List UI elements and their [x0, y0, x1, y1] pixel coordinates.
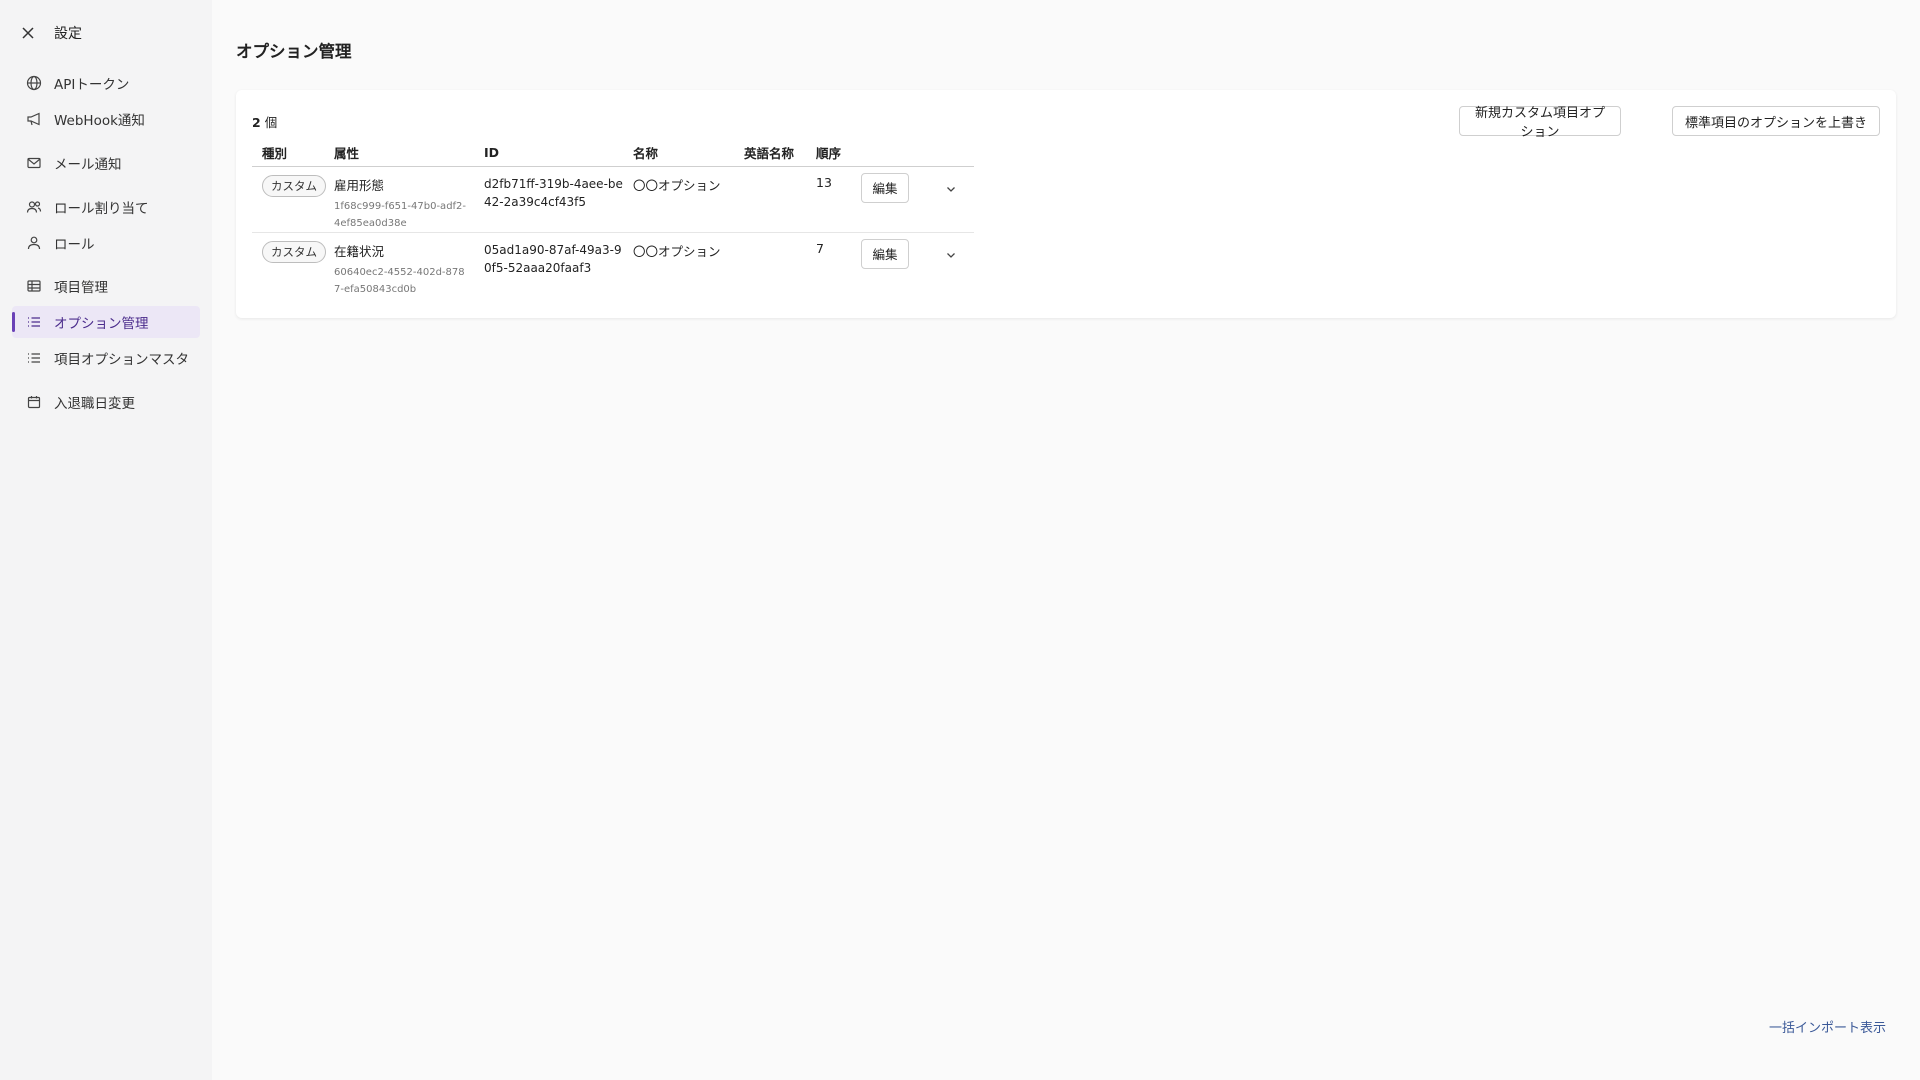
cell-attr: 雇用形態 1f68c999-f651-47b0-adf2-4ef85ea0d38…	[334, 166, 484, 232]
edit-button[interactable]: 編集	[861, 172, 909, 203]
cell-english-name	[744, 231, 816, 298]
sidebar-item-label: 項目オプションマスタ	[54, 352, 189, 368]
cell-id: 05ad1a90-87af-49a3-90f5-52aaa20faaf3	[484, 231, 633, 298]
options-card: 2 個 新規カスタム項目オプション 標準項目のオプションを上書き 種別 属性 I…	[236, 90, 1896, 318]
sidebar-item-label: メール通知	[54, 157, 122, 173]
option-id: 05ad1a90-87af-49a3-90f5-52aaa20faaf3	[484, 242, 622, 275]
chevron-down-icon[interactable]	[939, 177, 963, 201]
list-icon	[25, 349, 43, 367]
item-count-unit: 個	[264, 115, 278, 130]
header-order[interactable]: 順序	[816, 140, 861, 167]
sidebar-item-label: オプション管理	[54, 316, 149, 332]
kind-badge: カスタム	[262, 240, 326, 263]
megaphone-icon	[25, 110, 43, 128]
sidebar: 設定 APIトークン WebHook通知 メール通知 ロール割り当て ロール 項…	[0, 0, 212, 1080]
page-title: オプション管理	[236, 42, 352, 61]
header-attr[interactable]: 属性	[334, 140, 484, 167]
cell-english-name	[744, 166, 816, 232]
sidebar-item-label: ロール	[54, 237, 95, 253]
cell-edit: 編集	[861, 166, 933, 232]
sidebar-item-field-management[interactable]: 項目管理	[12, 270, 200, 302]
calendar-icon	[25, 393, 43, 411]
cell-id: d2fb71ff-319b-4aee-be42-2a39c4cf43f5	[484, 166, 633, 232]
cell-name: 〇〇オプション	[633, 177, 721, 193]
sidebar-item-label: WebHook通知	[54, 113, 145, 129]
table-row: カスタム 在籍状況 60640ec2-4552-402d-8787-efa508…	[252, 231, 974, 298]
cell-kind: カスタム	[252, 231, 334, 298]
mail-icon	[25, 154, 43, 172]
sidebar-title: 設定	[54, 26, 82, 42]
users-icon	[25, 198, 43, 216]
option-id: d2fb71ff-319b-4aee-be42-2a39c4cf43f5	[484, 176, 623, 209]
header-expand	[933, 140, 974, 167]
cell-edit: 編集	[861, 231, 933, 298]
sidebar-item-field-option-master[interactable]: 項目オプションマスタ	[12, 342, 200, 374]
header-english-name[interactable]: 英語名称	[744, 140, 816, 167]
sidebar-item-api-token[interactable]: APIトークン	[12, 67, 200, 99]
sidebar-item-hire-leave-date-change[interactable]: 入退職日変更	[12, 386, 200, 418]
header-kind[interactable]: 種別	[252, 140, 334, 167]
list-icon	[25, 313, 43, 331]
table-row: カスタム 雇用形態 1f68c999-f651-47b0-adf2-4ef85e…	[252, 166, 974, 232]
sidebar-item-role[interactable]: ロール	[12, 227, 200, 259]
sidebar-item-label: APIトークン	[54, 77, 130, 93]
header-name[interactable]: 名称	[633, 140, 744, 167]
attr-id: 1f68c999-f651-47b0-adf2-4ef85ea0d38e	[334, 200, 467, 229]
sidebar-item-label: ロール割り当て	[54, 201, 149, 217]
attr-id: 60640ec2-4552-402d-8787-efa50843cd0b	[334, 266, 465, 295]
options-table: 種別 属性 ID 名称 英語名称 順序 カスタム 雇用形態 1f68c999-f…	[252, 140, 974, 298]
item-count-number: 2	[252, 115, 261, 130]
sidebar-item-option-management[interactable]: オプション管理	[12, 306, 200, 338]
table-icon	[25, 277, 43, 295]
bulk-import-link[interactable]: 一括インポート表示	[1769, 1017, 1886, 1036]
cell-order: 7	[816, 231, 861, 298]
cell-attr: 在籍状況 60640ec2-4552-402d-8787-efa50843cd0…	[334, 231, 484, 298]
attr-name: 雇用形態	[334, 177, 385, 193]
item-count: 2 個	[252, 112, 277, 131]
kind-badge: カスタム	[262, 174, 326, 197]
sidebar-item-label: 入退職日変更	[54, 396, 135, 412]
cell-name: 〇〇オプション	[633, 231, 744, 298]
new-custom-option-button[interactable]: 新規カスタム項目オプション	[1459, 106, 1621, 140]
cell-expand	[933, 166, 974, 232]
sidebar-item-webhook[interactable]: WebHook通知	[12, 103, 200, 135]
header-edit	[861, 140, 933, 167]
cell-expand	[933, 231, 974, 298]
chevron-down-icon[interactable]	[939, 243, 963, 267]
globe-icon	[25, 74, 43, 92]
header-id[interactable]: ID	[484, 140, 633, 167]
user-icon	[25, 234, 43, 252]
sidebar-item-role-assignment[interactable]: ロール割り当て	[12, 191, 200, 223]
sidebar-item-mail-notification[interactable]: メール通知	[12, 147, 200, 179]
close-icon[interactable]	[18, 23, 38, 43]
override-standard-option-button[interactable]: 標準項目のオプションを上書き	[1672, 106, 1880, 136]
cell-order: 13	[816, 174, 832, 190]
sidebar-header: 設定	[18, 22, 82, 44]
cell-kind: カスタム	[252, 166, 334, 232]
sidebar-item-label: 項目管理	[54, 280, 108, 296]
edit-button[interactable]: 編集	[861, 238, 909, 269]
attr-name: 在籍状況	[334, 243, 385, 259]
